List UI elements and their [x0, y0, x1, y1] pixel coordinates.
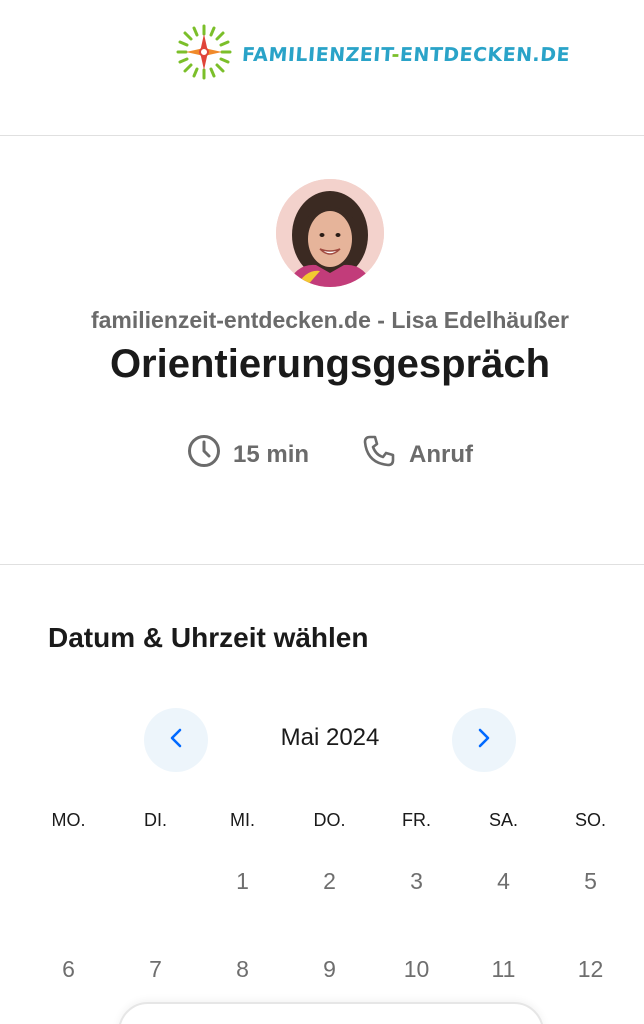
page-header: FAMILIENZEIT-ENTDECKEN.DE [0, 0, 644, 136]
event-details: 15 min Anruf [0, 433, 644, 476]
calendar-day-empty [112, 868, 199, 895]
calendar-day: 6 [62, 956, 75, 982]
calendar-day: 1 [236, 868, 249, 894]
event-profile: familienzeit-entdecken.de - Lisa Edelhäu… [0, 137, 644, 565]
calendar-day-empty [25, 868, 112, 895]
calendar-heading: Datum & Uhrzeit wählen [48, 622, 369, 653]
location-text: Anruf [409, 440, 473, 468]
logo-word-2: ENTDECKEN.DE [399, 43, 571, 66]
calendar-day: 12 [577, 956, 604, 982]
weekday-header-row: MO. DI. MI. DO. FR. SA. SO. [25, 810, 635, 831]
location-detail: Anruf [361, 433, 473, 476]
weekday-label: MO. [51, 810, 86, 830]
logo-wordmark: FAMILIENZEIT-ENTDECKEN.DE [241, 44, 571, 66]
calendar-day: 4 [497, 868, 510, 894]
previous-month-button[interactable] [144, 708, 208, 772]
calendar-day: 11 [491, 956, 516, 982]
calendar-day: 10 [403, 956, 430, 982]
bottom-sheet-card[interactable] [118, 1002, 544, 1024]
duration-detail: 15 min [187, 433, 309, 476]
clock-icon [187, 434, 221, 475]
calendar-week-row: 6 7 8 9 10 11 12 [25, 956, 635, 983]
calendar-day: 9 [323, 956, 336, 982]
chevron-right-icon [474, 726, 494, 755]
calendar-day: 7 [149, 956, 162, 982]
next-month-button[interactable] [452, 708, 516, 772]
weekday-label: MI. [230, 810, 255, 830]
event-title: Orientierungsgespräch [109, 342, 551, 386]
date-picker: Datum & Uhrzeit wählen Mai 2024 MO. DI. … [0, 566, 644, 1024]
calendar-day: 5 [584, 868, 597, 894]
weekday-label: DI. [143, 810, 167, 830]
compass-rose-icon [172, 20, 236, 89]
chevron-left-icon [166, 726, 186, 755]
phone-icon [361, 433, 397, 476]
logo-word-1: FAMILIENZEIT [241, 43, 393, 66]
calendar-day: 3 [410, 868, 423, 894]
calendar-day: 2 [323, 868, 336, 894]
weekday-label: SO. [574, 810, 606, 830]
site-logo[interactable]: FAMILIENZEIT-ENTDECKEN.DE [172, 20, 571, 89]
month-label: Mai 2024 [280, 724, 380, 751]
organizer-name: familienzeit-entdecken.de - Lisa Edelhäu… [90, 307, 569, 333]
calendar-day: 8 [236, 956, 249, 982]
weekday-label: DO. [313, 810, 346, 830]
avatar [276, 179, 384, 287]
weekday-label: SA. [488, 810, 518, 830]
weekday-label: FR. [402, 810, 431, 830]
duration-text: 15 min [232, 440, 310, 468]
calendar-week-row: 1 2 3 4 5 [25, 868, 635, 895]
